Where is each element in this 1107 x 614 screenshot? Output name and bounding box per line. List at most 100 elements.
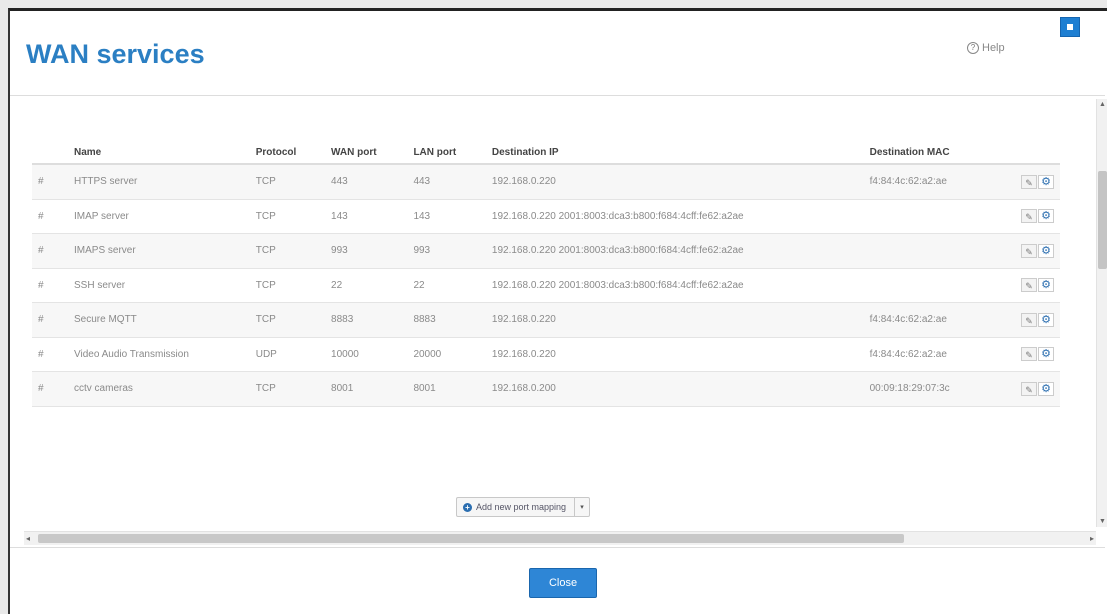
cell-lan-port: 22 [407,268,486,303]
chevron-down-icon: ▾ [580,504,584,511]
cell-lan-port: 8883 [407,302,486,338]
cell-name: SSH server [68,268,250,303]
table-row: # Video Audio Transmission UDP 10000 200… [32,337,1060,372]
horizontal-scroll-thumb[interactable] [38,534,904,543]
cell-destination-ip: 192.168.0.220 [485,337,864,372]
table-header-row: Name Protocol WAN port LAN port Destinat… [32,141,1060,165]
edit-icon[interactable]: ✎ [1021,278,1037,293]
vertical-scroll-thumb[interactable] [1098,171,1107,269]
cell-name: IMAPS server [68,233,250,269]
cell-protocol: TCP [249,164,326,200]
cell-destination-ip: 192.168.0.220 2001:8003:dca3:b800:f684:4… [485,233,864,269]
gear-icon[interactable]: ⚙ [1038,209,1054,224]
cell-destination-mac: f4:84:4c:62:a2:ae [863,302,996,338]
cell-destination-ip: 192.168.0.220 2001:8003:dca3:b800:f684:4… [485,199,864,234]
cell-name: cctv cameras [68,371,250,407]
horizontal-scrollbar[interactable]: ◂ ▸ [24,531,1096,545]
gear-icon[interactable]: ⚙ [1038,278,1054,293]
edit-icon[interactable]: ✎ [1021,209,1037,224]
port-mapping-scroll-area: Name Protocol WAN port LAN port Destinat… [10,99,1096,539]
row-actions: ✎ ⚙ [995,337,1060,372]
edit-icon[interactable]: ✎ [1021,312,1037,327]
header-divider [10,95,1105,96]
table-row: # HTTPS server TCP 443 443 192.168.0.220… [32,164,1060,200]
cell-name: Video Audio Transmission [68,337,250,372]
row-actions: ✎ ⚙ [995,164,1060,200]
cell-protocol: TCP [249,371,326,407]
scroll-up-icon[interactable]: ▲ [1099,101,1106,108]
plus-circle-icon: + [463,502,472,512]
edit-icon[interactable]: ✎ [1021,347,1037,362]
scroll-left-icon[interactable]: ◂ [26,534,30,543]
gear-icon[interactable]: ⚙ [1038,312,1054,327]
table-row: # Secure MQTT TCP 8883 8883 192.168.0.22… [32,302,1060,338]
row-index: # [32,268,68,303]
help-icon: ? [967,42,979,54]
cell-lan-port: 993 [407,233,486,269]
row-actions: ✎ ⚙ [995,199,1060,234]
table-row: # IMAP server TCP 143 143 192.168.0.220 … [32,199,1060,234]
cell-wan-port: 993 [325,233,408,269]
window-control-icon [1067,24,1073,30]
close-button[interactable]: Close [529,568,597,598]
help-label: Help [982,42,1005,54]
cell-destination-mac [863,233,996,269]
cell-destination-mac [863,199,996,234]
cell-destination-ip: 192.168.0.220 [485,164,864,200]
column-header-actions [995,141,1060,165]
table-row: # IMAPS server TCP 993 993 192.168.0.220… [32,233,1060,269]
cell-lan-port: 20000 [407,337,486,372]
scroll-right-icon[interactable]: ▸ [1090,534,1094,543]
cell-wan-port: 8001 [325,371,408,407]
table-row: # cctv cameras TCP 8001 8001 192.168.0.2… [32,371,1060,407]
cell-destination-mac: f4:84:4c:62:a2:ae [863,337,996,372]
window-control-button[interactable] [1060,17,1080,37]
cell-wan-port: 443 [325,164,408,200]
cell-wan-port: 10000 [325,337,408,372]
gear-icon[interactable]: ⚙ [1038,381,1054,396]
cell-destination-ip: 192.168.0.200 [485,371,864,407]
page-title: WAN services [26,39,205,69]
row-actions: ✎ ⚙ [995,233,1060,269]
add-port-mapping-dropdown[interactable]: ▾ [575,497,591,517]
cell-protocol: UDP [249,337,326,372]
cell-protocol: TCP [249,233,326,269]
row-index: # [32,233,68,269]
footer-divider [10,547,1105,548]
cell-destination-mac: 00:09:18:29:07:3c [863,371,996,407]
row-index: # [32,199,68,234]
row-index: # [32,302,68,338]
port-mapping-table: Name Protocol WAN port LAN port Destinat… [32,141,1060,407]
row-actions: ✎ ⚙ [995,268,1060,303]
cell-name: HTTPS server [68,164,250,200]
column-header-destination-mac: Destination MAC [863,141,996,165]
row-actions: ✎ ⚙ [995,302,1060,338]
cell-wan-port: 143 [325,199,408,234]
column-header-wan-port: WAN port [325,141,408,165]
gear-icon[interactable]: ⚙ [1038,347,1054,362]
table-row: # SSH server TCP 22 22 192.168.0.220 200… [32,268,1060,303]
add-port-mapping-label: Add new port mapping [476,502,567,512]
scroll-down-icon[interactable]: ▼ [1099,518,1106,525]
cell-destination-mac [863,268,996,303]
cell-lan-port: 143 [407,199,486,234]
gear-icon[interactable]: ⚙ [1038,243,1054,258]
cell-name: Secure MQTT [68,302,250,338]
cell-protocol: TCP [249,302,326,338]
edit-icon[interactable]: ✎ [1021,381,1037,396]
add-port-mapping-button[interactable]: + Add new port mapping [456,497,576,517]
row-index: # [32,164,68,200]
column-header-index [32,141,68,165]
gear-icon[interactable]: ⚙ [1038,174,1054,189]
vertical-scrollbar[interactable]: ▲ ▼ [1096,99,1107,527]
column-header-destination-ip: Destination IP [485,141,864,165]
edit-icon[interactable]: ✎ [1021,174,1037,189]
column-header-protocol: Protocol [249,141,326,165]
edit-icon[interactable]: ✎ [1021,243,1037,258]
cell-lan-port: 8001 [407,371,486,407]
help-link[interactable]: ? Help [967,42,1005,54]
cell-wan-port: 22 [325,268,408,303]
cell-destination-ip: 192.168.0.220 [485,302,864,338]
column-header-lan-port: LAN port [407,141,486,165]
cell-destination-mac: f4:84:4c:62:a2:ae [863,164,996,200]
